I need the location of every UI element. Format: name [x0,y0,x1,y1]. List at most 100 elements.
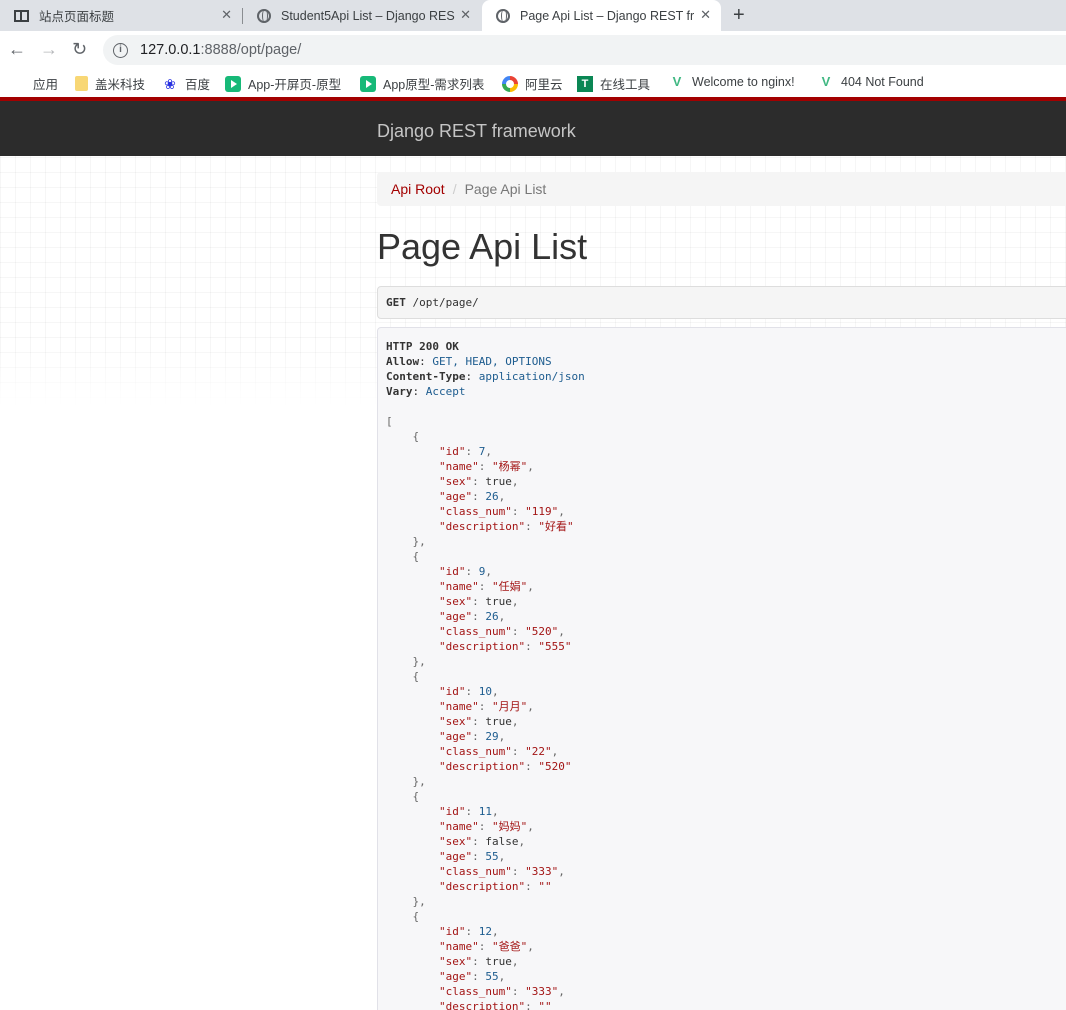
json-comma: , [551,745,559,758]
json-value-description: "520" [538,760,572,773]
json-key: "sex" [438,955,473,968]
json-value-class-num: "22" [525,745,552,758]
site-info-icon[interactable]: i [113,42,128,58]
request-info: GET /opt/page/ [377,286,1066,319]
json-comma: , [498,850,506,863]
breadcrumb: Api Root / Page Api List [377,172,1066,206]
tab-student5api[interactable]: Student5Api List – Django RES ✕ [243,0,481,31]
bookmark-baidu[interactable]: ❀ 百度 [162,74,210,93]
json-colon: : [472,955,486,968]
tab-site-title[interactable]: 站点页面标题 ✕ [0,0,242,31]
json-key: "id" [438,925,466,938]
json-value-description: "" [538,1000,552,1010]
close-icon[interactable]: ✕ [221,8,232,22]
tab-title: Page Api List – Django REST fr [520,8,695,23]
json-key: "sex" [438,595,473,608]
address-bar[interactable]: i 127.0.0.1:8888/opt/page/ [103,35,1066,65]
json-colon: : [478,820,492,833]
json-colon: : [478,580,492,593]
json-colon: : [472,595,486,608]
json-colon: : [472,715,486,728]
json-value-description: "好看" [538,520,574,533]
response-header-key: Allow [386,355,420,368]
json-colon: : [511,745,526,758]
json-brace: { [412,910,420,923]
bookmark-app-splash[interactable]: App-开屏页-原型 [225,74,341,93]
breadcrumb-current: Page Api List [464,181,547,197]
bookmark-nginx[interactable]: V Welcome to nginx! [669,74,795,90]
json-value-name: "妈妈" [491,820,528,833]
bookmark-label: 在线工具 [600,78,651,92]
back-arrow-icon[interactable]: ← [8,39,26,59]
json-key: "name" [438,700,479,713]
json-key: "name" [438,820,479,833]
reload-icon[interactable]: ↻ [72,39,87,59]
url-path: :8888/opt/page/ [200,42,302,58]
close-icon[interactable]: ✕ [460,8,471,22]
json-key: "sex" [438,835,473,848]
forward-arrow-icon[interactable]: → [40,39,58,59]
json-colon: : [511,985,526,998]
json-value-sex: true [485,475,512,488]
json-value-age: 26 [485,610,499,623]
breadcrumb-api-root[interactable]: Api Root [391,181,445,197]
json-value-age: 55 [485,850,499,863]
json-key: "name" [438,580,479,593]
axure-play-icon [225,75,241,92]
aliyun-icon [502,75,518,92]
json-value-class-num: "119" [525,505,559,518]
bookmark-label: 盖米科技 [95,78,146,92]
bookmark-aliyun[interactable]: 阿里云 [502,74,563,93]
json-colon: : [525,1000,539,1010]
response-header-value: GET, HEAD, OPTIONS [432,355,552,368]
json-key: "id" [438,685,466,698]
json-comma: , [558,505,565,518]
new-tab-button[interactable]: + [733,4,745,26]
json-value-description: "" [538,880,552,893]
close-icon[interactable]: ✕ [700,8,711,22]
bookmark-label: 百度 [185,78,211,92]
drf-brand-link[interactable]: Django REST framework [377,121,576,142]
json-comma: , [419,775,426,788]
baidu-paw-icon: ❀ [164,75,176,92]
bookmark-404[interactable]: V 404 Not Found [818,74,924,90]
json-comma: , [491,805,499,818]
json-value-description: "555" [538,640,572,653]
json-value-sex: false [485,835,519,848]
json-colon: : [511,505,526,518]
json-colon: : [525,640,539,653]
bookmark-label: 阿里云 [525,78,563,92]
bookmark-label: App-开屏页-原型 [248,78,342,92]
background-fade [0,347,380,1010]
json-comma: , [511,475,519,488]
bookmark-gaimi[interactable]: 盖米科技 [75,74,145,93]
json-comma: , [558,625,565,638]
tab-page-api-list[interactable]: Page Api List – Django REST fr ✕ [482,0,721,31]
json-key: "description" [438,640,526,653]
vue-icon: V [821,74,831,89]
json-colon: : [465,565,479,578]
response-header-key: Content-Type [386,370,466,383]
json-value-sex: true [485,715,512,728]
json-bracket: [ [386,415,393,428]
bookmark-app-requirements[interactable]: App原型-需求列表 [360,74,484,93]
vue-icon: V [672,74,682,89]
tab-title: Student5Api List – Django RES [281,8,455,23]
json-colon: : [472,850,486,863]
bookmark-apps[interactable]: 应用 [10,74,58,93]
json-key: "class_num" [438,625,512,638]
json-key: "description" [438,880,526,893]
bookmark-label: 404 Not Found [841,75,924,89]
json-colon: : [511,865,526,878]
json-value-name: "爸爸" [491,940,528,953]
bookmark-online-tools[interactable]: T 在线工具 [577,74,650,93]
json-comma: , [511,715,519,728]
json-comma: , [527,820,534,833]
json-comma: , [491,685,499,698]
folder-icon [75,76,88,91]
json-value-class-num: "520" [525,625,559,638]
json-brace: { [412,430,420,443]
bookmark-label: App原型-需求列表 [383,78,485,92]
json-comma: , [527,700,534,713]
page-title: Page Api List [377,226,588,267]
